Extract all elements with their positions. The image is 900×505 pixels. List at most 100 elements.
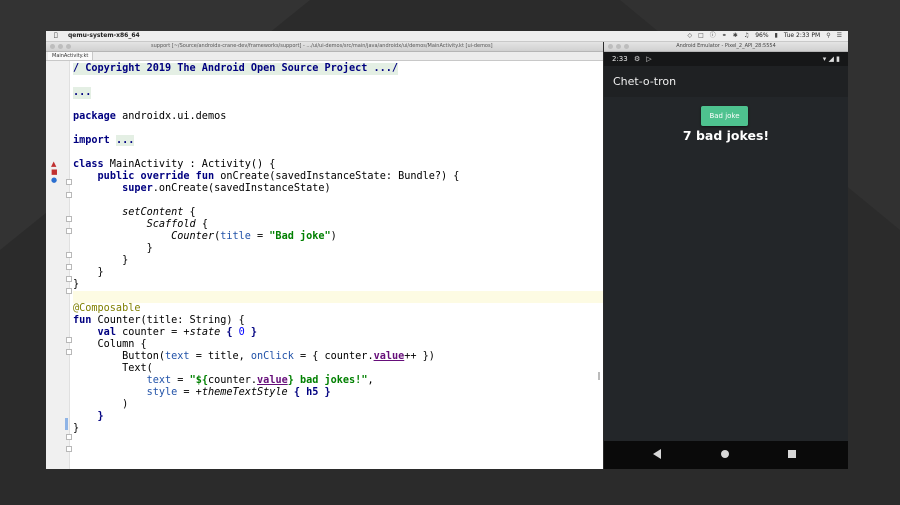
zoom-icon[interactable] [624,44,629,49]
home-icon[interactable] [721,450,729,458]
status-icons: ⚙ ▷ [634,52,652,66]
fold-marker-icon[interactable] [66,179,72,185]
emulator-window: Android Emulator - Pixel_2_API_28:5554 2… [604,42,848,469]
implement-icon[interactable]: ● [51,177,57,184]
change-marker [65,418,68,430]
code-line[interactable]: Counter(title = "Bad joke") [73,231,337,243]
code-line[interactable]: ... [73,87,92,99]
code-line[interactable]: } [73,423,79,435]
dropbox-icon[interactable]: ◇ [687,31,692,41]
code-text: } [244,327,258,338]
code-line[interactable]: } [73,267,104,279]
fold-marker-icon[interactable] [66,276,72,282]
code-text: } [146,243,153,254]
code-line[interactable]: } [73,243,153,255]
named-param: text [146,375,172,386]
code-line[interactable]: setContent { [73,207,196,219]
keyword: h5 [306,387,319,398]
tab-mainactivity[interactable]: MainActivity.kt [48,52,94,60]
volume-icon[interactable]: ♫ [744,31,749,41]
fold-marker-icon[interactable] [66,349,72,355]
code-line[interactable]: class MainActivity : Activity() { [73,159,275,171]
code-text: = [250,231,270,242]
code-line[interactable]: } [73,279,79,291]
string-literal: } bad jokes!" [287,375,368,386]
code-line[interactable]: public override fun onCreate(savedInstan… [73,171,460,183]
code-line[interactable]: val counter = +state { 0 } [73,327,258,339]
fold-marker-icon[interactable] [66,192,72,198]
named-param: style [146,387,178,398]
editor-gutter[interactable]: ▲ ■ ● [46,61,72,469]
editor-scrollbar[interactable] [598,372,600,380]
code-text: } [97,411,104,422]
code-text: ) [122,399,129,410]
emulator-title-bar: Android Emulator - Pixel_2_API_28:5554 [604,42,848,52]
bad-joke-button[interactable]: Bad joke [701,106,748,126]
code-line[interactable]: @Composable [73,303,140,315]
battery-icon: ▮ [774,32,778,39]
code-line[interactable]: package androidx.ui.demos [73,111,226,123]
apple-icon[interactable]:  [54,31,58,41]
android-run-icon[interactable]: ■ [51,169,58,176]
back-icon[interactable] [653,449,661,459]
code-line[interactable]: text = "${counter.value} bad jokes!", [73,375,374,387]
code-text: = { counter. [293,351,374,362]
fold-marker-icon[interactable] [66,216,72,222]
property-ref: value [257,375,288,386]
bluetooth-icon[interactable]: ✱ [733,31,738,41]
fold-marker-icon[interactable] [66,264,72,270]
keyword: fun [73,315,92,326]
code-text: } [122,255,129,266]
app-title: Chet-o-tron [613,75,677,88]
spotlight-icon[interactable]: ⚲ [826,31,830,41]
battery-icon: ▮ [836,55,840,63]
battery-percent[interactable]: 96% [755,31,768,41]
code-line[interactable]: fun Counter(title: String) { [73,315,245,327]
menu-app-name[interactable]: qemu-system-x86_64 [68,31,140,41]
override-icon[interactable]: ▲ [51,161,56,168]
notification-center-icon[interactable]: ☰ [837,31,842,41]
fold-marker-icon[interactable] [66,446,72,452]
code-line[interactable]: style = +themeTextStyle { h5 } [73,387,331,399]
named-param: text [165,351,190,362]
window-controls [608,44,629,49]
screen-icon[interactable]: □ [698,31,704,41]
wifi-icon[interactable]: ⚭ [722,31,727,41]
status-time: 2:33 [612,55,628,63]
string-literal: "Bad joke" [269,231,331,242]
code-text: = title, [189,351,251,362]
fold-marker-icon[interactable] [66,337,72,343]
fold-marker-icon[interactable] [66,228,72,234]
code-text: Counter(title: String) { [91,315,245,326]
code-line[interactable]: super.onCreate(savedInstanceState) [73,183,331,195]
minimize-icon[interactable] [58,44,63,49]
info-icon[interactable]: ⓘ [710,31,716,41]
code-line[interactable]: Column { [73,339,147,351]
code-line[interactable]: } [73,255,128,267]
code-line[interactable]: Text( [73,363,153,375]
property-ref: value [373,351,405,362]
code-text: counter = + [115,327,190,338]
recents-icon[interactable] [788,450,796,458]
keyword: val [97,327,116,338]
menu-clock[interactable]: Tue 2:33 PM [784,31,820,41]
code-line[interactable]: } [73,411,104,423]
android-status-bar: 2:33 ⚙ ▷ ▾ ◢ ▮ [604,52,848,66]
fold-marker-icon[interactable] [66,252,72,258]
code-line[interactable]: import ... [73,135,135,147]
code-line[interactable]: Button(text = title, onClick = { counter… [73,351,435,363]
fold-marker-icon[interactable] [66,288,72,294]
code-text: { [287,387,307,398]
app-bar: Chet-o-tron [604,66,848,97]
code-line[interactable]: / Copyright 2019 The Android Open Source… [73,63,399,75]
code-line[interactable]: ) [73,399,128,411]
code-text: .onCreate(savedInstanceState) [152,183,331,194]
android-nav-bar [604,441,848,469]
minimize-icon[interactable] [616,44,621,49]
fold-marker-icon[interactable] [66,434,72,440]
close-icon[interactable] [608,44,613,49]
zoom-icon[interactable] [66,44,71,49]
close-icon[interactable] [50,44,55,49]
code-editor[interactable]: / Copyright 2019 The Android Open Source… [73,61,603,469]
code-line[interactable]: Scaffold { [73,219,208,231]
